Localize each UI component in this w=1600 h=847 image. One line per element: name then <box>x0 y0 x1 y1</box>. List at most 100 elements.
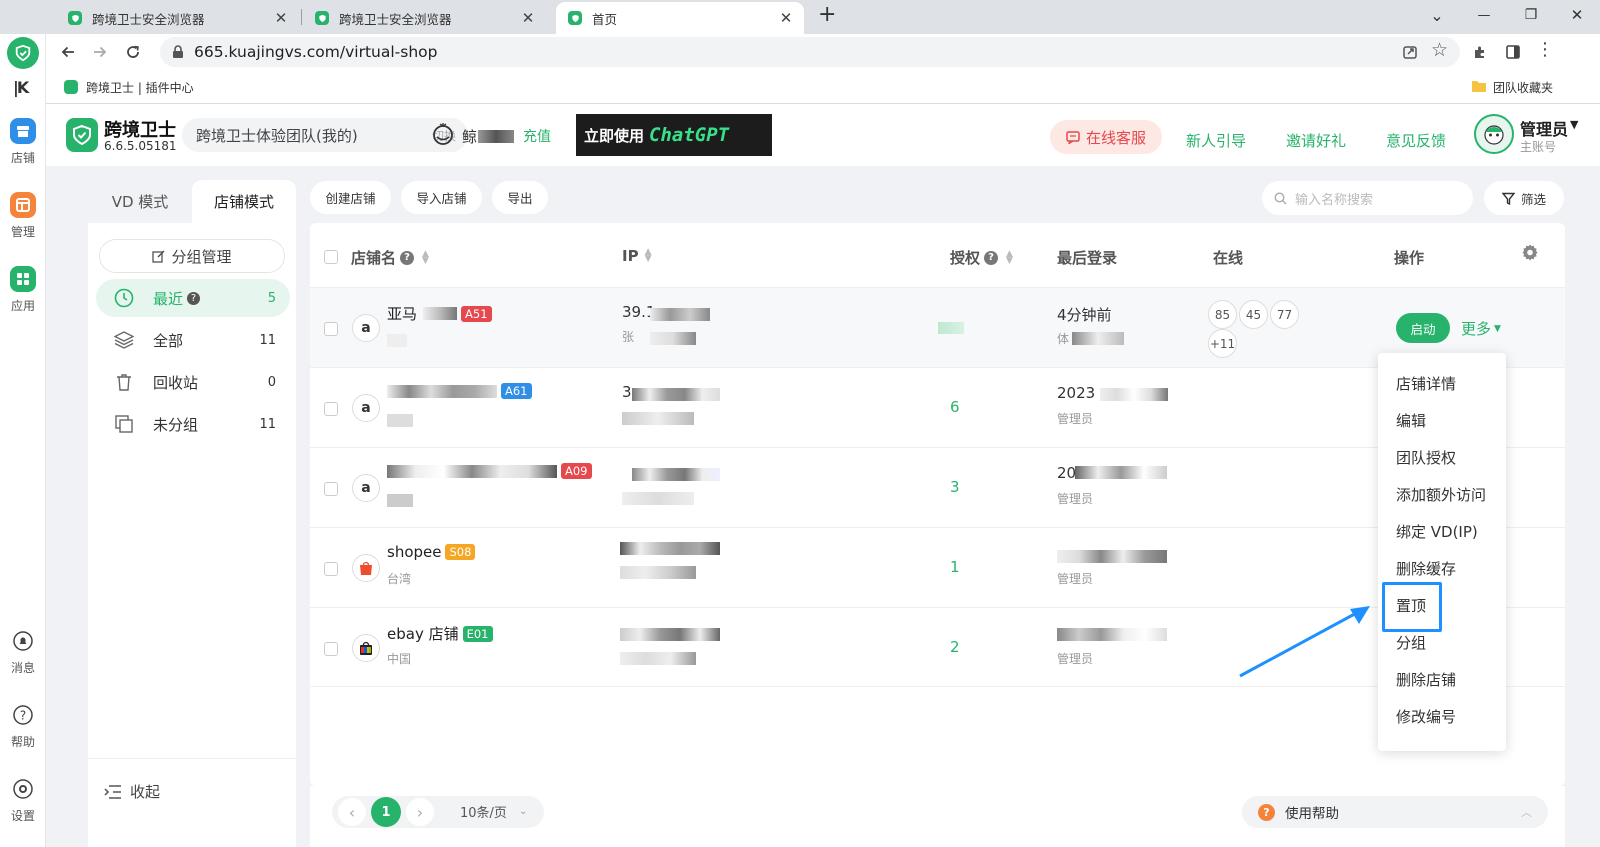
page-1-button[interactable]: 1 <box>371 797 401 827</box>
table-row[interactable]: ebay 店铺 E01 中国 2 管理员 <box>310 607 1565 687</box>
sort-icon[interactable]: ▲ ▼ <box>645 248 652 264</box>
browser-tab-3[interactable]: 首页 ✕ <box>556 2 804 34</box>
chatgpt-promo-banner[interactable]: 立即使用 ChatGPT <box>576 114 772 156</box>
group-recent[interactable]: 最近 ? 5 <box>96 279 290 317</box>
bookmark-plugin-center[interactable]: 跨境卫士 | 插件中心 <box>86 79 194 96</box>
collapse-sidebar-icon[interactable]: |K <box>13 78 29 97</box>
group-manage-button[interactable]: 分组管理 <box>99 239 285 273</box>
reload-icon[interactable] <box>125 44 141 60</box>
online-service-button[interactable]: 在线客服 <box>1050 120 1162 154</box>
chevron-up-icon[interactable]: ︿ <box>1521 804 1532 820</box>
lock-icon[interactable] <box>172 45 184 59</box>
menu-item-delete-shop[interactable]: 删除店铺 <box>1396 669 1456 690</box>
menu-item-group[interactable]: 分组 <box>1396 632 1426 653</box>
caret-down-icon[interactable]: ▼ <box>1570 118 1578 131</box>
close-icon[interactable]: ✕ <box>273 9 289 27</box>
select-all-checkbox[interactable] <box>324 250 338 264</box>
new-tab-button[interactable]: + <box>818 2 836 27</box>
search-input[interactable]: 输入名称搜索 <box>1262 181 1473 215</box>
forward-icon[interactable] <box>92 44 108 60</box>
browser-tab-1[interactable]: 跨境卫士安全浏览器 ✕ <box>56 2 299 34</box>
column-shop-name[interactable]: 店铺名 ? ▲ ▼ <box>351 247 429 268</box>
menu-item-shop-details[interactable]: 店铺详情 <box>1396 373 1456 394</box>
menu-item-edit[interactable]: 编辑 <box>1396 410 1426 431</box>
row-checkbox[interactable] <box>324 642 338 656</box>
auth-count[interactable]: 1 <box>950 558 960 576</box>
back-icon[interactable] <box>60 44 76 60</box>
star-icon[interactable]: ☆ <box>1431 39 1448 61</box>
shield-logo-icon[interactable] <box>7 37 39 69</box>
group-ungrouped[interactable]: 未分组 11 <box>96 405 290 443</box>
more-actions-dropdown[interactable]: 更多 ▼ <box>1461 318 1501 339</box>
newbie-guide-link[interactable]: 新人引导 <box>1186 130 1246 151</box>
group-all[interactable]: 全部 11 <box>96 321 290 359</box>
team-selector[interactable]: 跨境卫士体验团队(我的) 切换 <box>182 118 468 152</box>
bookmark-team-favorites[interactable]: 团队收藏夹 <box>1493 79 1553 96</box>
browser-tab-2[interactable]: 跨境卫士安全浏览器 ✕ <box>303 2 546 34</box>
create-shop-button[interactable]: 创建店铺 <box>310 181 391 214</box>
sidebar-item-messages[interactable]: 消息 <box>0 628 46 676</box>
collapse-groups-button[interactable]: 收起 <box>104 781 160 802</box>
kebab-menu-icon[interactable]: ⋮ <box>1536 39 1554 60</box>
recharge-link[interactable]: 充值 <box>523 126 551 146</box>
feedback-link[interactable]: 意见反馈 <box>1386 130 1446 151</box>
close-window-button[interactable]: ✕ <box>1554 0 1600 30</box>
page-size-select[interactable]: 10条/页 ⌄ <box>460 802 527 821</box>
restore-button[interactable]: ❐ <box>1508 0 1554 30</box>
extensions-icon[interactable] <box>1472 44 1488 60</box>
gear-icon[interactable] <box>1521 243 1539 261</box>
table-row[interactable]: shopee S08 台湾 1 管理员 <box>310 527 1565 607</box>
menu-item-clear-cache[interactable]: 删除缓存 <box>1396 558 1456 579</box>
auth-count[interactable]: 3 <box>950 478 960 496</box>
side-panel-icon[interactable] <box>1505 44 1521 60</box>
online-user-chip[interactable]: 45 <box>1239 300 1268 329</box>
table-row[interactable]: a 亚马 A51 39.1 张 4分钟前 体 85 45 77 +11 启动 更… <box>310 287 1565 367</box>
export-button[interactable]: 导出 <box>492 181 548 214</box>
online-more-chip[interactable]: +11 <box>1208 329 1237 358</box>
online-user-chip[interactable]: 77 <box>1270 300 1299 329</box>
tab-vd-mode[interactable]: VD 模式 <box>88 180 192 223</box>
tab-search-button[interactable]: ⌄ <box>1414 0 1460 30</box>
sidebar-item-help[interactable]: ? 帮助 <box>0 702 46 750</box>
filter-button[interactable]: 筛选 <box>1484 181 1564 215</box>
close-icon[interactable]: ✕ <box>778 9 794 27</box>
row-checkbox[interactable] <box>324 562 338 576</box>
import-shop-button[interactable]: 导入店铺 <box>401 181 482 214</box>
help-icon[interactable]: ? <box>187 291 201 305</box>
column-auth[interactable]: 授权 ? ▲ ▼ <box>950 247 1013 268</box>
admin-avatar[interactable] <box>1474 114 1514 154</box>
usage-help-bar[interactable]: ? 使用帮助 ︿ <box>1242 796 1548 828</box>
column-ip[interactable]: IP ▲ ▼ <box>622 247 652 265</box>
invite-link[interactable]: 邀请好礼 <box>1286 130 1346 151</box>
share-icon[interactable] <box>1402 44 1418 60</box>
row-checkbox[interactable] <box>324 482 338 496</box>
table-row[interactable]: a A61 3 6 2023 管理员 <box>310 367 1565 447</box>
url-text[interactable]: 665.kuajingvs.com/virtual-shop <box>194 43 437 61</box>
menu-item-edit-number[interactable]: 修改编号 <box>1396 706 1456 727</box>
help-icon[interactable]: ? <box>400 250 415 265</box>
auth-count[interactable]: 6 <box>950 398 960 416</box>
omnibox[interactable]: 665.kuajingvs.com/virtual-shop <box>160 37 1460 67</box>
prev-page-button[interactable]: ‹ <box>338 798 366 826</box>
table-row[interactable]: a A09 3 20 管理员 <box>310 447 1565 527</box>
sidebar-item-settings[interactable]: 设置 <box>0 776 46 824</box>
help-icon[interactable]: ? <box>984 250 999 265</box>
auth-count[interactable]: 2 <box>950 638 960 656</box>
row-checkbox[interactable] <box>324 402 338 416</box>
sidebar-item-manage[interactable]: 管理 <box>0 192 46 240</box>
close-icon[interactable]: ✕ <box>520 9 536 27</box>
row-checkbox[interactable] <box>324 322 338 336</box>
online-user-chip[interactable]: 85 <box>1208 300 1237 329</box>
menu-item-extra-access[interactable]: 添加额外访问 <box>1396 484 1486 505</box>
sidebar-item-shops[interactable]: 店铺 <box>0 118 46 166</box>
sort-icon[interactable]: ▲ ▼ <box>1006 249 1013 265</box>
admin-name[interactable]: 管理员 <box>1520 116 1568 140</box>
menu-item-team-auth[interactable]: 团队授权 <box>1396 447 1456 468</box>
menu-item-bind-vd[interactable]: 绑定 VD(IP) <box>1396 521 1478 542</box>
start-shop-button[interactable]: 启动 <box>1396 313 1450 343</box>
sort-icon[interactable]: ▲ ▼ <box>422 249 429 265</box>
minimize-button[interactable]: — <box>1461 0 1507 30</box>
tab-shop-mode[interactable]: 店铺模式 <box>192 180 296 223</box>
group-recycle-bin[interactable]: 回收站 0 <box>96 363 290 401</box>
sidebar-item-apps[interactable]: 应用 <box>0 266 46 314</box>
